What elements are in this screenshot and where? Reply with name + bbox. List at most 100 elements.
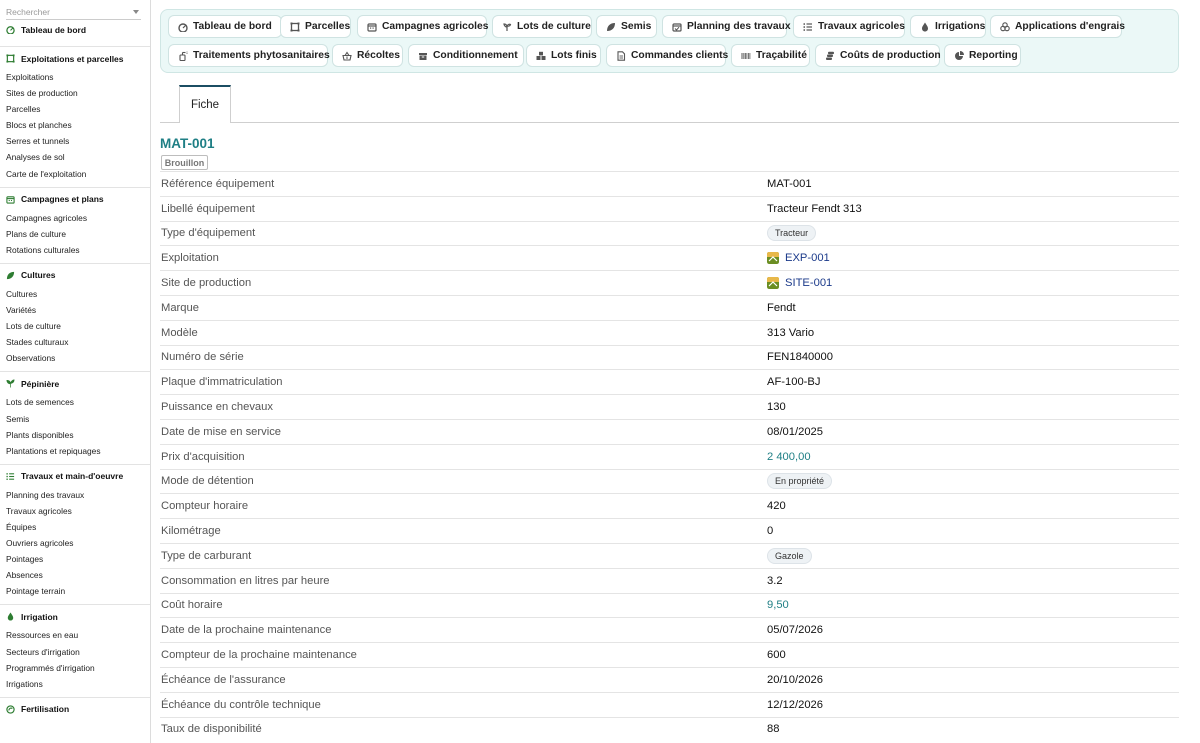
nav-button[interactable]: Lots de culture — [492, 15, 592, 38]
nav-button-label: Tableau de bord — [193, 21, 272, 32]
sidebar-item[interactable]: Absences — [0, 567, 150, 583]
leaf-icon — [6, 271, 15, 280]
field-label: Type de carburant — [161, 549, 252, 562]
sidebar-group: Travaux et main-d'oeuvre Planning des tra… — [0, 463, 150, 605]
field-value[interactable]: SITE-001 — [767, 277, 832, 290]
sidebar-item[interactable]: Lots de semences — [0, 394, 150, 410]
sidebar-item[interactable]: Plantations et repiquages — [0, 443, 150, 459]
sidebar-group: Cultures Cultures Variétés Lots de culture S… — [0, 262, 150, 371]
nav-button-label: Lots de culture — [517, 21, 591, 32]
nav-button[interactable]: Tableau de bord — [168, 15, 282, 38]
field-label: Modèle — [161, 326, 198, 339]
sidebar-group-title[interactable]: Cultures — [0, 269, 150, 282]
sidebar-group-title[interactable]: Fertilisation — [0, 703, 150, 716]
nav-button[interactable]: Parcelles — [280, 15, 351, 38]
nav-button-label: Commandes clients — [631, 50, 729, 61]
field-label: Type d'équipement — [161, 227, 256, 240]
sidebar-group-label: Fertilisation — [21, 704, 70, 715]
sidebar-item[interactable]: Travaux agricoles — [0, 503, 150, 519]
sidebar-item[interactable]: Campagnes agricoles — [0, 210, 150, 226]
sidebar-item[interactable]: Ouvriers agricoles — [0, 535, 150, 551]
sidebar-item[interactable]: Serres et tunnels — [0, 133, 150, 149]
nav-button[interactable]: Lots finis — [526, 44, 601, 67]
sidebar-item[interactable]: Exploitations — [0, 69, 150, 85]
nav-button[interactable]: Semis — [596, 15, 657, 38]
sidebar-group-title[interactable]: Exploitations et parcelles — [0, 52, 150, 65]
field-row: Date de mise en service 08/01/2025 — [160, 418, 1179, 444]
sidebar-item[interactable]: Ressources en eau — [0, 627, 150, 643]
nav-button[interactable]: Traitements phytosanitaires — [168, 44, 330, 67]
field-row: Échéance du contrôle technique 12/12/2026 — [160, 691, 1179, 717]
field-label: Date de mise en service — [161, 425, 282, 438]
coins-icon — [826, 51, 834, 60]
sidebar-item[interactable]: Stades culturaux — [0, 334, 150, 350]
nav-button[interactable]: Irrigations — [910, 15, 986, 38]
sidebar-item[interactable]: Pointages — [0, 551, 150, 567]
sidebar-item[interactable]: Carte de l'exploitation — [0, 166, 150, 182]
nav-button[interactable]: Récoltes — [332, 44, 403, 67]
parcel-icon — [290, 22, 300, 31]
sidebar-group-title[interactable]: Tableau de bord — [0, 23, 150, 36]
sidebar-item[interactable]: Plants disponibles — [0, 427, 150, 443]
app: Rechercher Tableau de bord Exploitations … — [0, 0, 1200, 743]
nav-button-label: Lots finis — [551, 50, 597, 61]
sidebar-item[interactable]: Sites de production — [0, 85, 150, 101]
sidebar-item[interactable]: Lots de culture — [0, 318, 150, 334]
chevron-down-icon[interactable] — [133, 10, 139, 14]
plant-icon — [503, 22, 512, 31]
sidebar-item[interactable]: Pointage terrain — [0, 583, 150, 599]
sidebar-item[interactable]: Planning des travaux — [0, 487, 150, 503]
nav-button-label: Applications d'engrais — [1015, 21, 1126, 32]
sidebar-group-label: Irrigation — [21, 611, 58, 622]
nav-button[interactable]: Travaux agricoles — [793, 15, 905, 38]
chart-pie-icon — [955, 50, 964, 60]
sidebar-item[interactable]: Irrigations — [0, 676, 150, 692]
module-nav: Tableau de bord Parcelles Campagnes agrico… — [160, 9, 1179, 73]
field-row: Modèle 313 Vario — [160, 319, 1179, 345]
reference-link[interactable]: EXP-001 — [785, 252, 830, 264]
field-value: Tracteur Fendt 313 — [767, 202, 862, 215]
sidebar-item[interactable]: Équipes — [0, 519, 150, 535]
sidebar-item[interactable]: Programmés d'irrigation — [0, 660, 150, 676]
sidebar-group: Campagnes et plans Campagnes agricoles Pla… — [0, 186, 150, 263]
field-label: Échéance du contrôle technique — [161, 698, 321, 711]
field-value[interactable]: EXP-001 — [767, 252, 830, 265]
nav-button[interactable]: Conditionnement — [408, 44, 524, 67]
sidebar-group-title[interactable]: Irrigation — [0, 610, 150, 623]
field-row: Puissance en chevaux 130 — [160, 394, 1179, 419]
nav-button[interactable]: Coûts de production — [815, 44, 941, 67]
nav-button[interactable]: Applications d'engrais — [990, 15, 1126, 38]
sidebar-item[interactable]: Cultures — [0, 286, 150, 302]
nav-button[interactable]: Campagnes agricoles — [357, 15, 489, 38]
reference-link[interactable]: SITE-001 — [785, 277, 832, 289]
calendar-icon — [6, 195, 15, 204]
sidebar-group-title[interactable]: Travaux et main-d'oeuvre — [0, 470, 150, 483]
record-title: MAT-001 — [160, 136, 215, 151]
sidebar-group-title[interactable]: Campagnes et plans — [0, 193, 150, 206]
leaf-icon — [607, 22, 615, 31]
sidebar-item[interactable]: Variétés — [0, 302, 150, 318]
sidebar-item[interactable]: Observations — [0, 350, 150, 366]
sidebar: Rechercher Tableau de bord Exploitations … — [0, 0, 151, 743]
sidebar-item[interactable]: Plans de culture — [0, 226, 150, 242]
sidebar-item[interactable]: Analyses de sol — [0, 149, 150, 165]
sidebar-item[interactable]: Blocs et planches — [0, 117, 150, 133]
search-box[interactable]: Rechercher — [6, 5, 141, 20]
calendar-check-icon — [672, 22, 682, 32]
nav-button-label: Semis — [621, 21, 652, 32]
nav-button[interactable]: Commandes clients — [606, 44, 729, 67]
sidebar-group-title[interactable]: Pépinière — [0, 377, 150, 390]
tab-fiche[interactable]: Fiche — [179, 85, 231, 123]
field-label: Compteur horaire — [161, 500, 249, 513]
search-input[interactable]: Rechercher — [6, 7, 50, 17]
nav-button[interactable]: Planning des travaux — [662, 15, 791, 38]
sidebar-item[interactable]: Semis — [0, 411, 150, 427]
sidebar-item[interactable]: Secteurs d'irrigation — [0, 644, 150, 660]
sidebar-item[interactable]: Parcelles — [0, 101, 150, 117]
nav-button[interactable]: Reporting — [944, 44, 1021, 67]
nav-button-label: Campagnes agricoles — [382, 21, 489, 32]
tab-bar: Fiche — [160, 85, 1179, 123]
nav-button[interactable]: Traçabilité — [731, 44, 810, 67]
sidebar-item[interactable]: Rotations culturales — [0, 242, 150, 258]
basket-icon — [342, 51, 352, 61]
